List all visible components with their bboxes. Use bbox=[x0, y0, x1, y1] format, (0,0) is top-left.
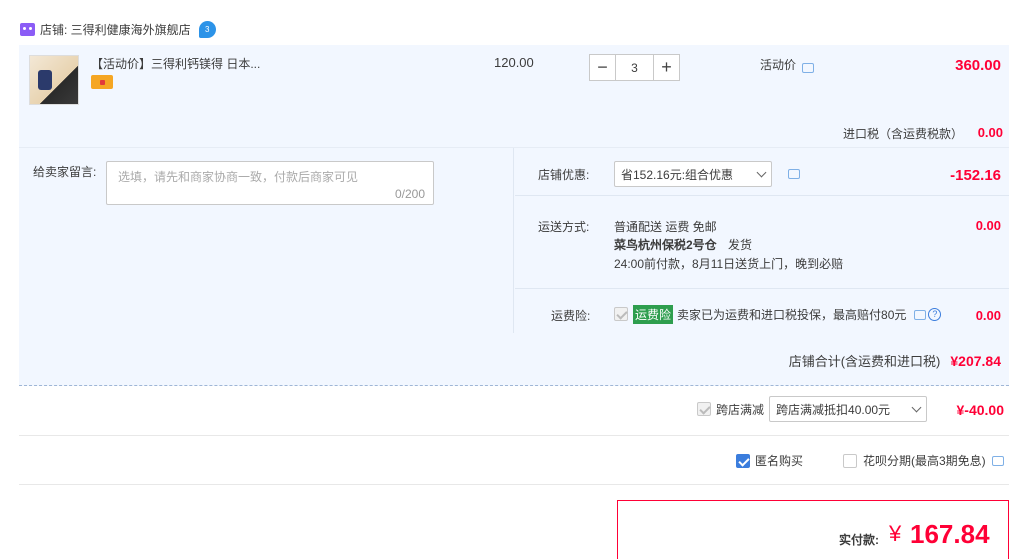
quantity-increase-button[interactable]: + bbox=[653, 54, 680, 81]
installment-checkbox[interactable] bbox=[843, 453, 857, 468]
item-subtotal: 360.00 bbox=[955, 57, 1001, 74]
cross-store-selected: 跨店满减抵扣40.00元 bbox=[776, 402, 891, 417]
discount-value: -152.16 bbox=[950, 167, 1001, 184]
shipping-value: 0.00 bbox=[975, 218, 1001, 233]
anonymous-checkbox[interactable] bbox=[736, 453, 750, 468]
shipping-label: 运送方式: bbox=[538, 220, 590, 234]
payment-amount: 167.84 bbox=[910, 519, 990, 549]
quantity-decrease-button[interactable]: − bbox=[589, 54, 616, 81]
cross-store-label: 跨店满减 bbox=[716, 402, 765, 417]
insurance-label: 运费险: bbox=[551, 309, 591, 323]
installment-option[interactable]: 花呗分期(最高3期免息) bbox=[843, 452, 1004, 469]
payment-summary: 实付款: ¥ 167.84 bbox=[617, 500, 1009, 559]
divider bbox=[19, 484, 1009, 485]
store-total: 店铺合计(含运费和进口税) ¥207.84 bbox=[789, 351, 1001, 370]
installment-label: 花呗分期(最高3期免息) bbox=[863, 454, 986, 468]
insurance-text: 卖家已为运费和进口税投保，最高赔付80元 bbox=[677, 308, 907, 322]
discount-select[interactable]: 省152.16元:组合优惠 bbox=[614, 161, 772, 187]
wangwang-chat-icon[interactable]: 3 bbox=[198, 20, 216, 38]
shipping-warehouse-line: 菜鸟杭州保税2号仓 发货 bbox=[614, 236, 752, 253]
anonymous-label: 匿名购买 bbox=[755, 454, 804, 468]
installment-info-icon[interactable] bbox=[991, 455, 1004, 466]
quantity-input[interactable]: 3 bbox=[616, 54, 653, 81]
shipping-warehouse: 菜鸟杭州保税2号仓 bbox=[614, 238, 717, 252]
insurance-info: 运费险 卖家已为运费和进口税投保，最高赔付80元 ? bbox=[633, 305, 942, 324]
insurance-badge: 运费险 bbox=[633, 305, 674, 324]
unit-price: 120.00 bbox=[494, 55, 534, 70]
shipping-method: 普通配送 运费 免邮 bbox=[614, 220, 717, 234]
message-counter: 0/200 bbox=[394, 187, 425, 201]
cross-store-discount: 跨店满减 跨店满减抵扣40.00元 bbox=[697, 396, 928, 422]
seller-message-input[interactable]: 选填，请先和商家协商一致，付款后商家可见 0/200 bbox=[106, 161, 434, 205]
store-total-value: ¥207.84 bbox=[950, 352, 1001, 369]
shipping-eta: 24:00前付款，8月11日送货上门，晚到必赔 bbox=[614, 257, 844, 271]
shipping-dispatch: 发货 bbox=[728, 238, 753, 252]
payment-currency: ¥ bbox=[889, 521, 902, 546]
order-item: 【活动价】三得利钙镁得 日本... 120.00 − 3 + 活动价 360.0… bbox=[19, 45, 1009, 148]
shipping-insurance-row: 运费险: 运费险 卖家已为运费和进口税投保，最高赔付80元 ? 0.00 bbox=[515, 289, 1009, 333]
discount-label: 店铺优惠: bbox=[538, 168, 590, 182]
credit-card-icon bbox=[91, 75, 113, 89]
promo-price-label: 活动价 bbox=[760, 58, 797, 72]
order-options-panel: 给卖家留言: 选填，请先和商家协商一致，付款后商家可见 0/200 店铺优惠: … bbox=[19, 148, 1009, 386]
import-tax-label: 进口税（含运费税款） bbox=[843, 127, 964, 141]
tmall-store-icon bbox=[20, 22, 35, 36]
anonymous-option[interactable]: 匿名购买 bbox=[736, 452, 803, 469]
cross-store-value: ¥-40.00 bbox=[956, 402, 1004, 418]
insurance-value: 0.00 bbox=[975, 308, 1001, 323]
message-label: 给卖家留言: bbox=[33, 165, 97, 179]
help-icon[interactable]: ? bbox=[928, 308, 942, 321]
store-discount-row: 店铺优惠: 省152.16元:组合优惠 -152.16 bbox=[515, 148, 1009, 196]
divider bbox=[19, 435, 1009, 436]
store-header: 店铺: 三得利健康海外旗舰店 3 bbox=[20, 18, 216, 40]
product-title[interactable]: 【活动价】三得利钙镁得 日本... bbox=[91, 55, 260, 72]
message-column: 给卖家留言: 选填，请先和商家协商一致，付款后商家可见 0/200 bbox=[19, 148, 514, 333]
discount-selected: 省152.16元:组合优惠 bbox=[621, 167, 734, 182]
chevron-down-icon bbox=[756, 167, 767, 177]
insurance-chat-icon[interactable] bbox=[914, 309, 927, 320]
chevron-down-icon bbox=[911, 402, 922, 412]
import-tax-value: 0.00 bbox=[977, 125, 1003, 140]
product-thumbnail[interactable] bbox=[29, 55, 79, 105]
promo-info-icon[interactable] bbox=[802, 63, 814, 73]
cross-store-select[interactable]: 跨店满减抵扣40.00元 bbox=[769, 396, 928, 422]
quantity-stepper: − 3 + bbox=[589, 54, 680, 81]
message-placeholder: 选填，请先和商家协商一致，付款后商家可见 bbox=[118, 170, 359, 184]
store-name[interactable]: 店铺: 三得利健康海外旗舰店 bbox=[40, 21, 191, 38]
store-total-label: 店铺合计(含运费和进口税) bbox=[788, 354, 941, 369]
cross-store-checkbox[interactable] bbox=[697, 402, 711, 416]
payment-label: 实付款: bbox=[839, 533, 879, 547]
discount-info-icon[interactable] bbox=[788, 169, 800, 179]
insurance-checkbox[interactable] bbox=[614, 307, 628, 321]
shipping-row: 运送方式: 普通配送 运费 免邮 菜鸟杭州保税2号仓 发货 24:00前付款，8… bbox=[515, 196, 1009, 289]
